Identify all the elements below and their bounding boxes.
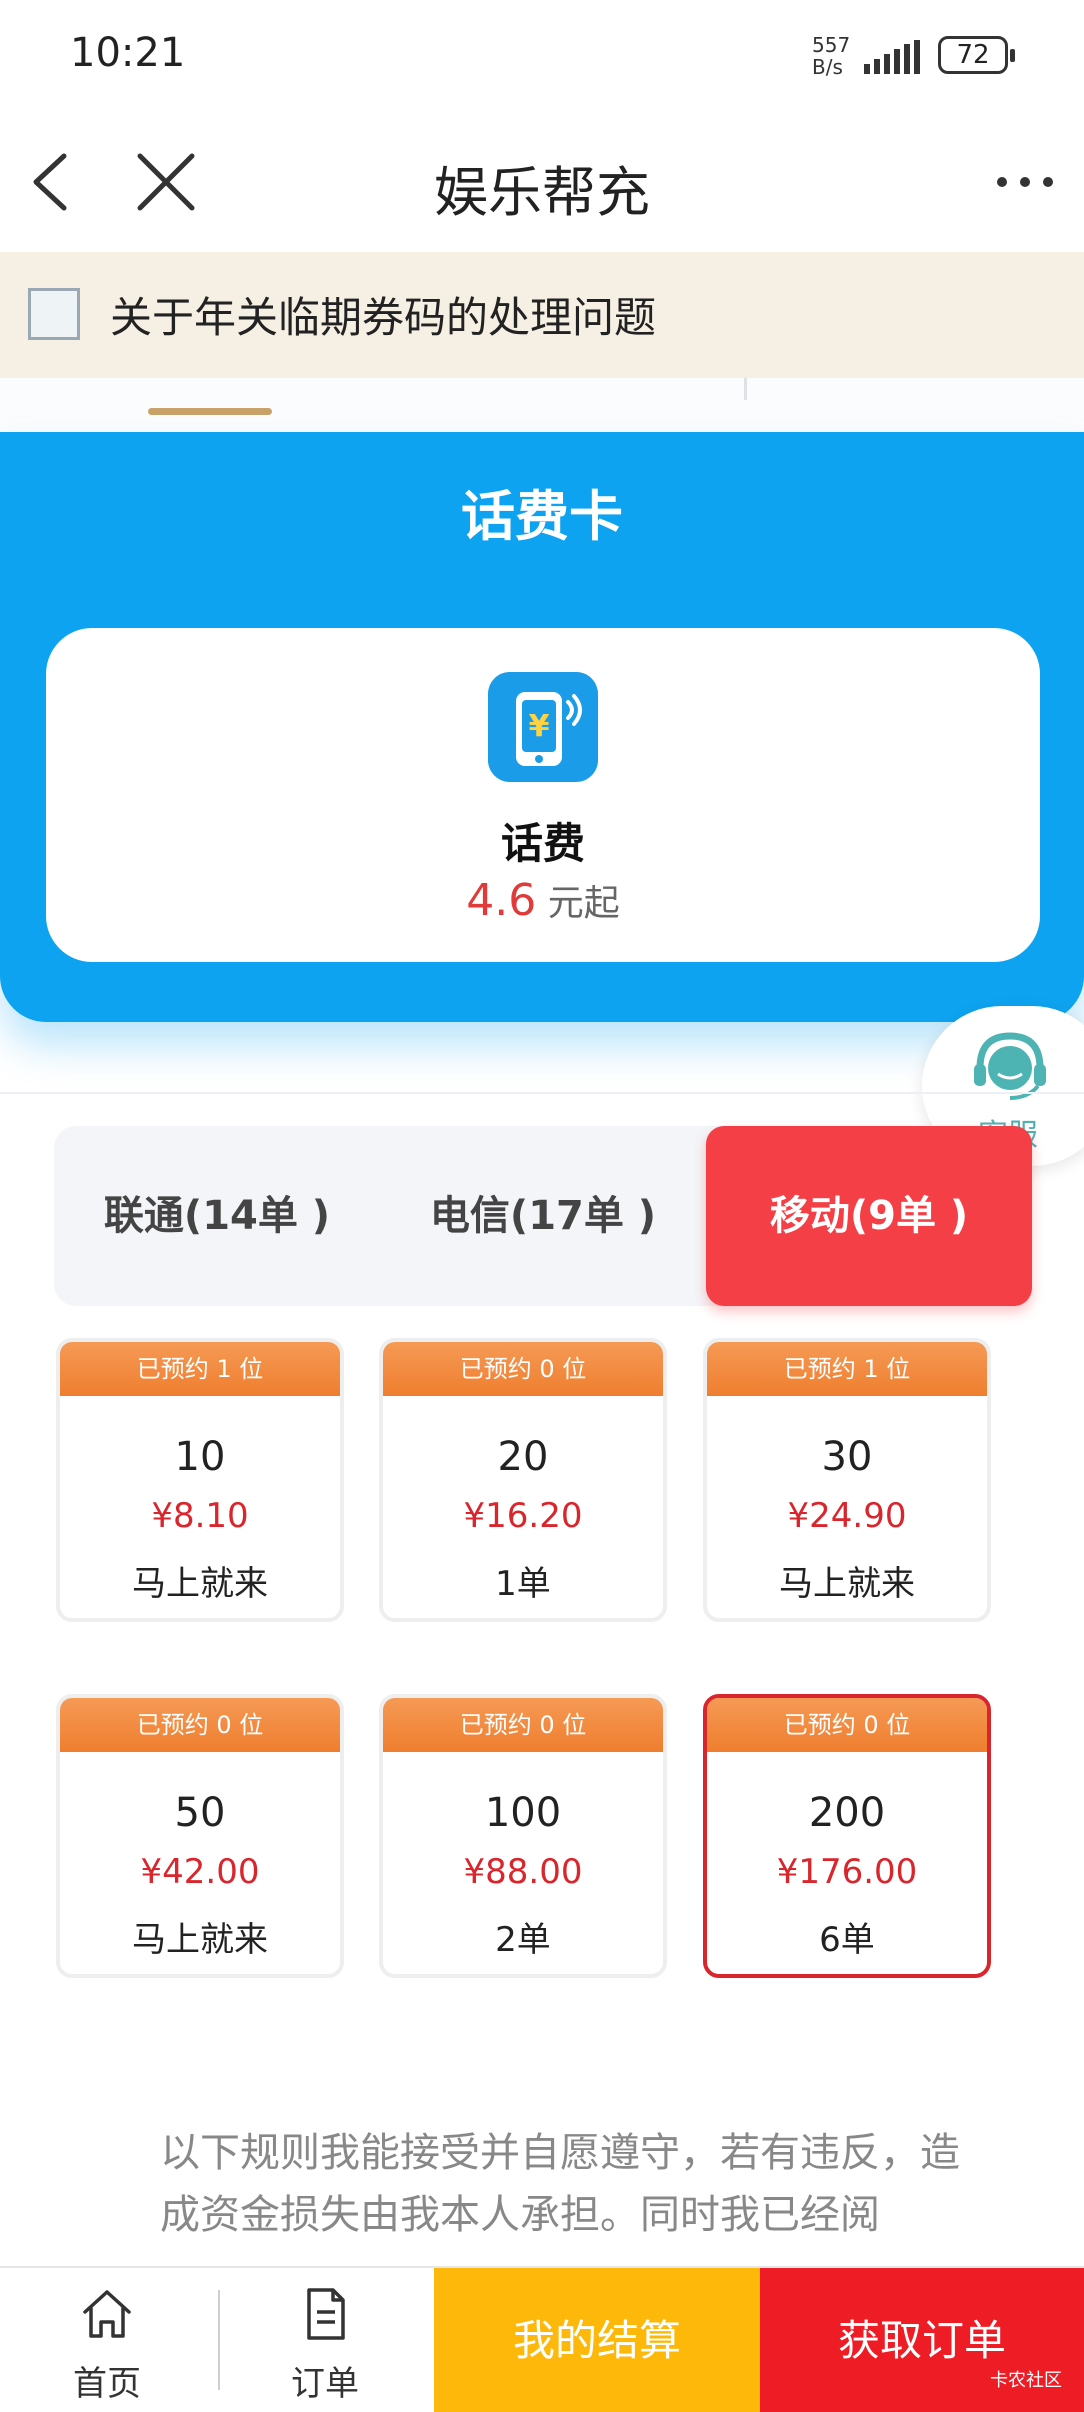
face-value: 20 <box>497 1434 549 1480</box>
face-value: 100 <box>484 1790 562 1836</box>
category-title: 话费卡 <box>461 485 623 548</box>
more-icon[interactable] <box>990 164 1060 200</box>
item-name: 话费 <box>500 819 585 868</box>
battery-indicator: 72 <box>938 36 1015 74</box>
face-value: 50 <box>174 1790 226 1836</box>
tab-home[interactable]: 首页 <box>52 2268 162 2412</box>
category-card: 话费卡 ¥ 话费 4.6 元起 <box>0 432 1084 1022</box>
product-note: 马上就来 <box>132 1564 268 1604</box>
svg-text:¥: ¥ <box>529 709 550 744</box>
network-speed-unit: B/s <box>812 55 843 79</box>
notice-banner[interactable]: 关于年关临期券码的处理问题 <box>0 252 1084 378</box>
bottom-bar: 首页 订单 我的结算 获取订单 <box>0 2266 1084 2412</box>
product-note: 1单 <box>495 1564 551 1604</box>
product-card[interactable]: 已预约 0 位 50 ¥42.00 马上就来 <box>56 1694 344 1978</box>
face-value: 30 <box>821 1434 873 1480</box>
tab-divider <box>744 378 747 400</box>
tab-orders[interactable]: 订单 <box>270 2268 380 2412</box>
face-value: 200 <box>808 1790 886 1836</box>
carrier-tab-mobile[interactable]: 移动(9单 ) <box>706 1126 1032 1306</box>
headset-icon <box>974 1032 1046 1100</box>
carrier-tabs: 联通(14单 ) 电信(17单 ) 移动(9单 ) <box>54 1126 1032 1306</box>
product-note: 马上就来 <box>132 1920 268 1960</box>
product-price: ¥88.00 <box>463 1852 583 1892</box>
product-price: ¥8.10 <box>151 1496 249 1536</box>
divider <box>0 1092 1084 1094</box>
face-value: 10 <box>174 1434 226 1480</box>
product-card[interactable]: 已预约 1 位 30 ¥24.90 马上就来 <box>703 1338 991 1622</box>
product-price: ¥24.90 <box>787 1496 907 1536</box>
signal-icon <box>864 40 920 74</box>
carrier-tab-telecom[interactable]: 电信(17单 ) <box>380 1126 706 1306</box>
product-summary-card[interactable]: ¥ 话费 4.6 元起 <box>46 628 1040 962</box>
product-price: ¥176.00 <box>776 1852 918 1892</box>
product-price: ¥42.00 <box>140 1852 260 1892</box>
product-note: 6单 <box>819 1920 875 1960</box>
phone-bill-icon: ¥ <box>488 672 598 782</box>
tab-active-underline <box>148 408 272 415</box>
reservation-badge: 已预约 0 位 <box>60 1698 340 1752</box>
product-price: ¥16.20 <box>463 1496 583 1536</box>
network-speed: 557 B/s <box>812 34 850 78</box>
product-card[interactable]: 已预约 0 位 20 ¥16.20 1单 <box>379 1338 667 1622</box>
rules-text: 以下规则我能接受并自愿遵守，若有违反，造成资金损失由我本人承担。同时我已经阅 <box>160 2130 960 2238</box>
reservation-badge: 已预约 1 位 <box>60 1342 340 1396</box>
network-speed-value: 557 <box>812 33 851 57</box>
carrier-tab-unicom[interactable]: 联通(14单 ) <box>54 1126 380 1306</box>
item-price-number: 4.6 <box>466 875 537 926</box>
document-icon <box>307 2288 345 2340</box>
home-icon <box>83 2290 131 2338</box>
notice-text: 关于年关临期券码的处理问题 <box>110 293 657 342</box>
bottom-divider <box>218 2290 220 2390</box>
image-placeholder-icon <box>28 288 80 340</box>
product-card[interactable]: 已预约 0 位 100 ¥88.00 2单 <box>379 1694 667 1978</box>
product-note: 马上就来 <box>779 1564 915 1604</box>
page-title: 娱乐帮充 <box>434 161 650 224</box>
reservation-badge: 已预约 0 位 <box>383 1342 663 1396</box>
status-bar: 10:21 557 B/s 72 <box>0 0 1084 112</box>
reservation-badge: 已预约 0 位 <box>707 1698 987 1752</box>
item-price-suffix: 元起 <box>536 883 620 924</box>
reservation-badge: 已预约 1 位 <box>707 1342 987 1396</box>
my-settlement-button[interactable]: 我的结算 <box>434 2268 760 2412</box>
item-price: 4.6 元起 <box>46 874 1040 926</box>
product-note: 2单 <box>495 1920 551 1960</box>
product-card-selected[interactable]: 已预约 0 位 200 ¥176.00 6单 <box>703 1694 991 1978</box>
product-card[interactable]: 已预约 1 位 10 ¥8.10 马上就来 <box>56 1338 344 1622</box>
status-time: 10:21 <box>70 30 186 76</box>
tab-home-label: 首页 <box>73 2364 141 2404</box>
nav-bar: 娱乐帮充 <box>0 112 1084 252</box>
tab-orders-label: 订单 <box>291 2364 359 2404</box>
reservation-badge: 已预约 0 位 <box>383 1698 663 1752</box>
watermark: 卡农社区 <box>990 2370 1062 2391</box>
category-tabs <box>0 378 1084 432</box>
